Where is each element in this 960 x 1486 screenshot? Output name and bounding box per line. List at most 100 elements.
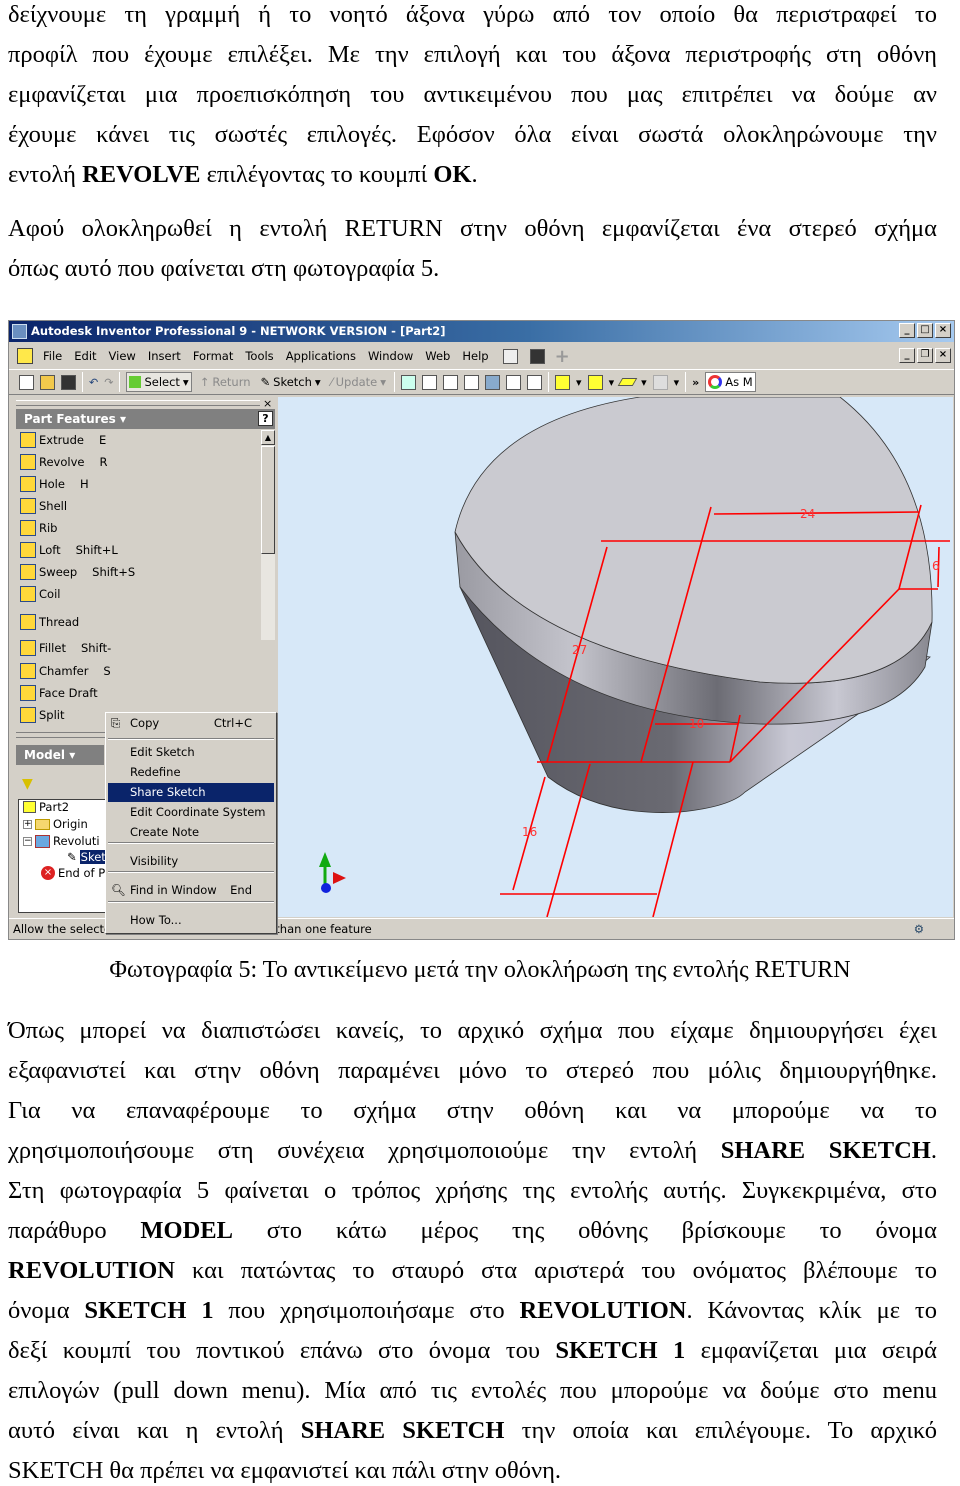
feature-sweep[interactable]: Sweep Shift+S xyxy=(20,562,135,582)
menu-web[interactable]: Web xyxy=(419,349,456,363)
shadow-icon[interactable] xyxy=(617,378,638,386)
feature-label: Hole xyxy=(39,477,65,491)
doc-close-button[interactable]: × xyxy=(935,348,951,363)
sketch-button[interactable]: ✎ Sketch ▾ xyxy=(259,372,323,392)
feature-extrude[interactable]: Extrude E xyxy=(20,430,106,450)
context-item-edit-coordinate-system[interactable]: Edit Coordinate System xyxy=(108,803,274,822)
dimension-6[interactable]: 6 xyxy=(932,559,940,573)
feature-loft[interactable]: Loft Shift+L xyxy=(20,540,118,560)
select-button[interactable]: Select ▾ xyxy=(126,372,192,392)
text-run: SKETCH θα πρέπει να εμφανιστεί και πάλι … xyxy=(8,1457,562,1484)
open-icon[interactable] xyxy=(40,374,55,390)
help-icon[interactable] xyxy=(502,348,518,364)
menu-file[interactable]: File xyxy=(37,349,68,363)
feature-coil[interactable]: Coil xyxy=(20,584,75,604)
menu-help[interactable]: Help xyxy=(456,349,494,363)
model-header[interactable]: Model ▾ xyxy=(16,745,104,765)
expand-icon[interactable]: + xyxy=(23,819,32,829)
tree-item-origin[interactable]: + Origin xyxy=(23,817,88,831)
plus-icon[interactable]: + xyxy=(555,346,570,367)
redo-icon[interactable]: ↷ xyxy=(104,376,113,389)
menu-view[interactable]: View xyxy=(103,349,142,363)
zoom-window-icon[interactable] xyxy=(422,374,438,390)
feature-chamfer[interactable]: Chamfer S xyxy=(20,661,111,681)
close-button[interactable]: × xyxy=(935,323,951,338)
text-run: Αφού ολοκληρωθεί η εντολή RETURN στην οθ… xyxy=(8,215,937,242)
return-button[interactable]: ↑ Return xyxy=(198,372,253,392)
part-features-header[interactable]: Part Features ▾? xyxy=(16,409,275,429)
text-run: χρησιμοποιήσουμε στη συνέχεια χρησιμοποι… xyxy=(8,1137,721,1164)
feature-label: Chamfer xyxy=(39,664,89,678)
camera-icon[interactable] xyxy=(587,374,603,390)
context-item-edit-sketch[interactable]: Edit Sketch xyxy=(108,743,274,762)
bold-term: SKETCH 1 xyxy=(84,1297,214,1324)
filter-icon[interactable]: ▼ xyxy=(22,776,33,792)
menu-applications[interactable]: Applications xyxy=(280,349,362,363)
context-item-find-in-window[interactable]: 🔍︎ Find in Window End xyxy=(108,881,274,900)
feature-revolve[interactable]: Revolve R xyxy=(20,452,107,472)
more-icon[interactable]: » xyxy=(692,376,699,389)
help-icon[interactable]: ? xyxy=(258,411,273,426)
feature-hole[interactable]: Hole H xyxy=(20,474,89,494)
feature-label: Thread xyxy=(39,615,80,629)
shaded-display-icon[interactable] xyxy=(555,374,571,390)
axis-triad-icon xyxy=(319,852,346,893)
revolve-icon xyxy=(35,834,50,848)
undo-icon[interactable]: ↶ xyxy=(89,376,98,389)
feature-rib[interactable]: Rib xyxy=(20,518,73,538)
look-at-icon[interactable] xyxy=(527,374,543,390)
thread-icon xyxy=(20,614,36,630)
tree-item-part2[interactable]: Part2 xyxy=(23,800,69,814)
new-icon[interactable] xyxy=(19,374,34,390)
part-features-scrollbar[interactable]: ▲ xyxy=(261,430,275,640)
feature-face-draft[interactable]: Face Draft xyxy=(20,683,113,703)
context-item-how-to[interactable]: How To... xyxy=(108,911,274,930)
color-select[interactable]: As M xyxy=(705,372,756,392)
scroll-up-icon[interactable]: ▲ xyxy=(261,430,275,445)
zoom-all-icon[interactable] xyxy=(401,374,417,390)
collapse-icon[interactable]: − xyxy=(23,836,32,846)
task-icon[interactable] xyxy=(529,348,545,364)
menu-edit[interactable]: Edit xyxy=(68,349,102,363)
doc-restore-button[interactable]: ❐ xyxy=(917,348,933,363)
feature-fillet[interactable]: Fillet Shift- xyxy=(20,638,111,658)
maximize-button[interactable]: □ xyxy=(917,323,933,338)
context-item-create-note[interactable]: Create Note xyxy=(108,823,274,842)
save-icon[interactable] xyxy=(61,374,76,390)
text-run: επιλογών (pull down menu). Μία από τις ε… xyxy=(8,1377,937,1404)
menu-format[interactable]: Format xyxy=(187,349,240,363)
dimension-24[interactable]: 24 xyxy=(800,507,815,521)
rotate-icon[interactable] xyxy=(506,374,522,390)
window-title: Autodesk Inventor Professional 9 - NETWO… xyxy=(31,324,446,338)
feature-shell[interactable]: Shell xyxy=(20,496,82,516)
copy-icon: ⎘ xyxy=(111,716,121,730)
scroll-thumb[interactable] xyxy=(261,446,275,554)
context-item-visibility[interactable]: Visibility xyxy=(108,852,274,871)
text-run: εντολή xyxy=(8,161,83,188)
pan-icon[interactable] xyxy=(464,374,480,390)
feature-thread[interactable]: Thread xyxy=(20,612,94,632)
dimension-16[interactable]: 16 xyxy=(522,825,537,839)
zoom-icon[interactable] xyxy=(443,374,459,390)
paragraph-1-line: εντολή REVOLVE επιλέγοντας το κουμπί OK. xyxy=(8,160,937,190)
text-run: παράθυρο xyxy=(8,1217,141,1244)
minimize-button[interactable]: _ xyxy=(899,323,915,338)
update-button[interactable]: ⁄ Update ▾ xyxy=(329,372,388,392)
doc-minimize-button[interactable]: _ xyxy=(899,348,915,363)
tree-icon[interactable] xyxy=(652,374,668,390)
dimension-10[interactable]: 10 xyxy=(689,717,704,731)
context-item-share-sketch[interactable]: Share Sketch xyxy=(108,783,274,802)
menu-separator xyxy=(108,901,274,903)
menu-separator xyxy=(108,871,274,873)
tree-item-revolution[interactable]: − Revoluti xyxy=(23,834,100,848)
zoom-selected-icon[interactable] xyxy=(485,374,501,390)
context-item-redefine[interactable]: Redefine xyxy=(108,763,274,782)
text-run: . xyxy=(930,1137,937,1164)
graphics-viewport[interactable]: 24 6 27 10 16 xyxy=(278,396,953,918)
feature-split[interactable]: Split xyxy=(20,705,80,725)
menu-insert[interactable]: Insert xyxy=(142,349,187,363)
context-item-copy[interactable]: ⎘ Copy Ctrl+C xyxy=(108,714,274,733)
menu-tools[interactable]: Tools xyxy=(239,349,279,363)
menu-window[interactable]: Window xyxy=(362,349,419,363)
dimension-27[interactable]: 27 xyxy=(572,643,587,657)
